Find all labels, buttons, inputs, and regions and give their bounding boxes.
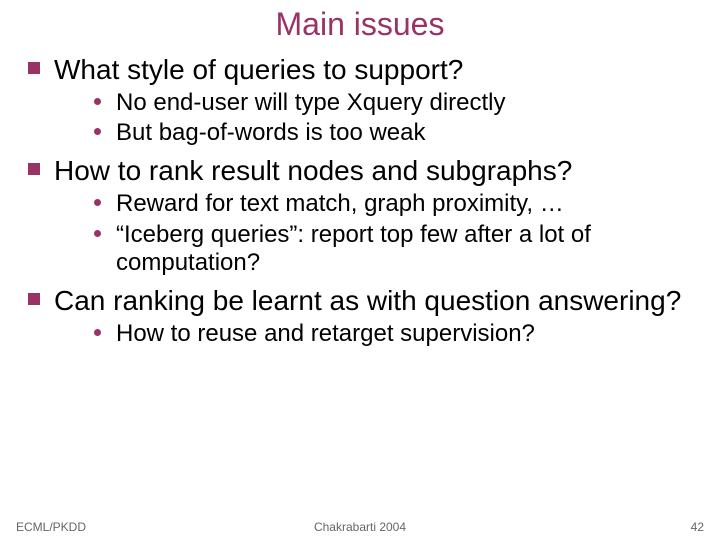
dot-bullet-icon [94, 230, 106, 237]
bullet-level1: Can ranking be learnt as with question a… [28, 284, 700, 318]
level2-text: But bag-of-words is too weak [116, 119, 690, 148]
dot-bullet-icon [94, 128, 106, 135]
level2-text: Reward for text match, graph proximity, … [116, 190, 690, 219]
level1-text: Can ranking be learnt as with question a… [54, 284, 700, 318]
dot-bullet-icon [94, 329, 106, 336]
square-bullet-icon [28, 293, 44, 305]
level2-text: No end-user will type Xquery directly [116, 89, 690, 118]
square-bullet-icon [28, 62, 44, 74]
square-bullet-icon [28, 163, 44, 175]
level1-text: What style of queries to support? [54, 53, 700, 87]
sublist: How to reuse and retarget supervision? [28, 320, 700, 349]
level1-text: How to rank result nodes and subgraphs? [54, 154, 700, 188]
dot-bullet-icon [94, 199, 106, 206]
sublist: No end-user will type Xquery directly Bu… [28, 89, 700, 149]
level2-text: How to reuse and retarget supervision? [116, 320, 690, 349]
bullet-level2: No end-user will type Xquery directly [94, 89, 690, 118]
dot-bullet-icon [94, 98, 106, 105]
bullet-level1: How to rank result nodes and subgraphs? [28, 154, 700, 188]
bullet-level2: “Iceberg queries”: report top few after … [94, 221, 690, 279]
bullet-level1: What style of queries to support? [28, 53, 700, 87]
slide: Main issues What style of queries to sup… [0, 0, 720, 540]
bullet-level2: How to reuse and retarget supervision? [94, 320, 690, 349]
slide-content: What style of queries to support? No end… [0, 53, 720, 349]
bullet-level2: Reward for text match, graph proximity, … [94, 190, 690, 219]
sublist: Reward for text match, graph proximity, … [28, 190, 700, 278]
footer-center: Chakrabarti 2004 [0, 520, 720, 534]
bullet-level2: But bag-of-words is too weak [94, 119, 690, 148]
level2-text: “Iceberg queries”: report top few after … [116, 221, 690, 279]
slide-title: Main issues [0, 0, 720, 47]
footer-right: 42 [691, 520, 704, 534]
